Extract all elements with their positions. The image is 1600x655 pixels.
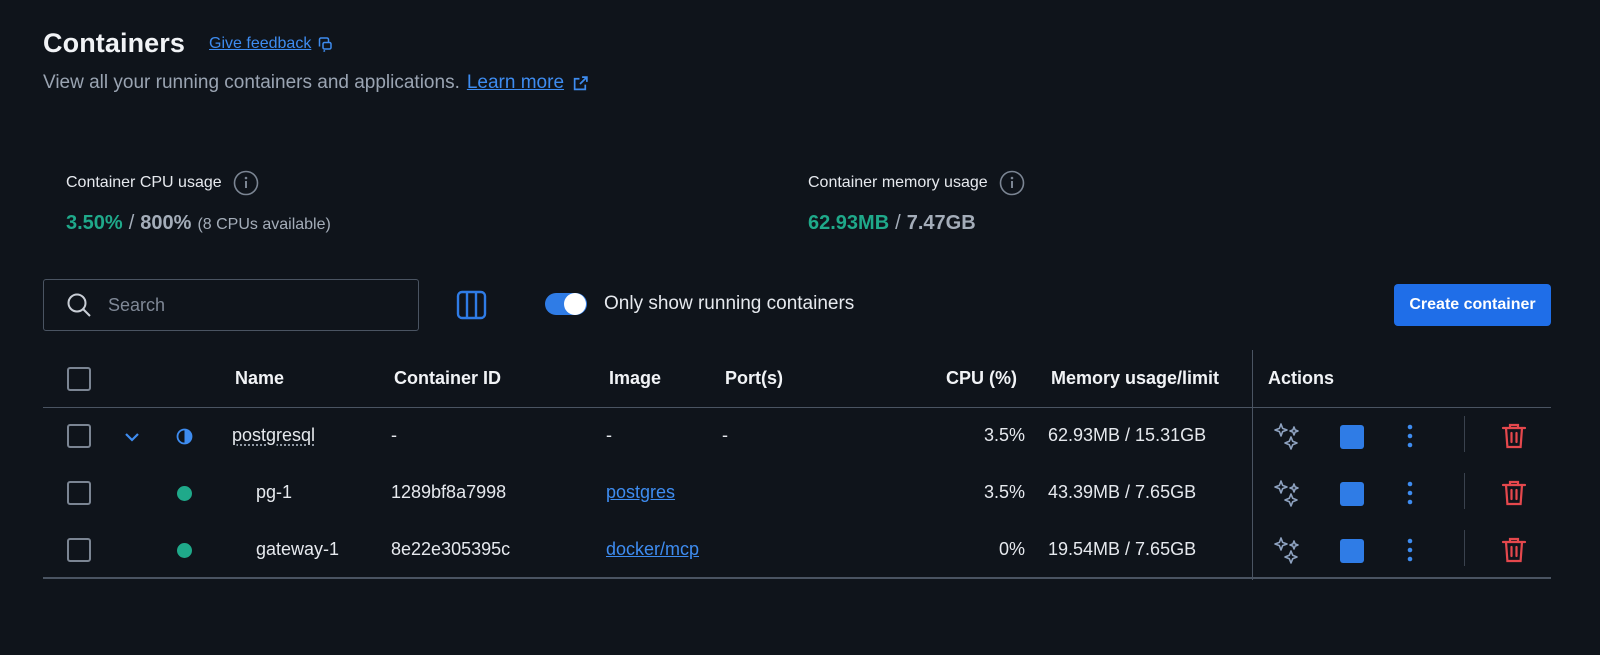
container-name[interactable]: postgresql xyxy=(232,425,315,446)
stop-button[interactable] xyxy=(1340,539,1364,563)
memory-used-value: 62.93MB xyxy=(808,212,890,234)
memory-usage-stat: Container memory usage 62.93MB / 7.47GB xyxy=(808,170,1025,235)
delete-icon[interactable] xyxy=(1501,536,1527,564)
row-checkbox[interactable] xyxy=(67,481,91,505)
create-container-button[interactable]: Create container xyxy=(1394,284,1551,326)
containers-page: Containers Give feedback View all your r… xyxy=(0,0,1600,655)
cpu-total-value: 800% xyxy=(140,212,192,234)
cpu-usage-label: Container CPU usage xyxy=(66,174,222,191)
container-name[interactable]: gateway-1 xyxy=(256,539,339,560)
ask-ai-icon[interactable] xyxy=(1273,479,1303,509)
cpu-used-value: 3.50% xyxy=(66,212,123,234)
memory-total-value: 7.47GB xyxy=(906,212,976,234)
row-checkbox[interactable] xyxy=(67,424,91,448)
column-header-image[interactable]: Image xyxy=(609,368,661,389)
table-row[interactable]: gateway-1 8e22e305395c docker/mcp 0% 19.… xyxy=(43,522,1551,579)
memory-usage-label: Container memory usage xyxy=(808,174,988,191)
container-image-link[interactable]: docker/mcp xyxy=(606,539,699,560)
page-subtitle: View all your running containers and app… xyxy=(43,72,589,94)
containers-table: Name Container ID Image Port(s) CPU (%) … xyxy=(43,350,1551,580)
info-icon[interactable] xyxy=(233,170,259,196)
container-cpu: 0% xyxy=(998,539,1025,559)
more-options-icon[interactable] xyxy=(1405,537,1415,563)
page-title: Containers xyxy=(43,28,186,58)
container-image-link[interactable]: postgres xyxy=(606,482,675,503)
give-feedback-link[interactable]: Give feedback xyxy=(209,35,333,53)
running-only-label: Only show running containers xyxy=(604,293,855,314)
column-header-container-id[interactable]: Container ID xyxy=(394,368,501,389)
feedback-icon xyxy=(319,36,333,52)
more-options-icon[interactable] xyxy=(1405,480,1415,506)
column-header-memory[interactable]: Memory usage/limit xyxy=(1051,368,1219,389)
memory-usage-value: 62.93MB / 7.47GB xyxy=(808,212,1025,235)
cpu-usage-label-row: Container CPU usage xyxy=(66,170,331,196)
stop-button[interactable] xyxy=(1340,482,1364,506)
partial-running-icon xyxy=(176,428,193,445)
running-only-toggle[interactable] xyxy=(545,293,587,315)
container-cpu: 3.5% xyxy=(983,482,1025,502)
running-status-dot xyxy=(177,543,192,558)
learn-more-label: Learn more xyxy=(466,72,565,93)
stop-button[interactable] xyxy=(1340,425,1364,449)
row-action-divider xyxy=(1464,416,1465,452)
give-feedback-label: Give feedback xyxy=(209,34,312,52)
container-memory: 43.39MB / 7.65GB xyxy=(1048,482,1197,502)
more-options-icon[interactable] xyxy=(1405,423,1415,449)
delete-icon[interactable] xyxy=(1501,479,1527,507)
memory-usage-label-row: Container memory usage xyxy=(808,170,1025,196)
learn-more-link[interactable]: Learn more xyxy=(467,72,589,94)
info-icon[interactable] xyxy=(999,170,1025,196)
delete-icon[interactable] xyxy=(1501,422,1527,450)
cpu-usage-stat: Container CPU usage 3.50% / 800% (8 CPUs… xyxy=(66,170,331,235)
row-action-divider xyxy=(1464,473,1465,509)
container-memory: 62.93MB / 15.31GB xyxy=(1048,425,1207,445)
container-name[interactable]: pg-1 xyxy=(256,482,292,503)
separator: / xyxy=(895,212,901,234)
column-header-actions: Actions xyxy=(1268,368,1335,388)
container-cpu: 3.5% xyxy=(983,425,1025,445)
container-id: 8e22e305395c xyxy=(391,539,511,559)
container-id: - xyxy=(391,425,397,445)
ask-ai-icon[interactable] xyxy=(1273,536,1303,566)
select-all-checkbox[interactable] xyxy=(67,367,91,391)
container-id: 1289bf8a7998 xyxy=(391,482,507,502)
table-header: Name Container ID Image Port(s) CPU (%) … xyxy=(43,350,1551,408)
search-icon xyxy=(67,293,91,317)
row-action-divider xyxy=(1464,530,1465,566)
running-status-dot xyxy=(177,486,192,501)
subtitle-text: View all your running containers and app… xyxy=(43,72,460,93)
separator: / xyxy=(128,212,135,234)
cpu-available-note: (8 CPUs available) xyxy=(197,216,331,233)
search-input[interactable] xyxy=(108,294,408,316)
column-header-ports[interactable]: Port(s) xyxy=(725,368,783,389)
column-header-cpu[interactable]: CPU (%) xyxy=(946,368,1017,389)
container-ports: - xyxy=(722,425,728,445)
columns-toggle-button[interactable] xyxy=(456,290,487,325)
columns-icon xyxy=(456,290,487,320)
row-checkbox[interactable] xyxy=(67,538,91,562)
external-link-icon xyxy=(573,75,588,90)
chevron-down-icon[interactable] xyxy=(123,428,141,446)
table-row[interactable]: pg-1 1289bf8a7998 postgres 3.5% 43.39MB … xyxy=(43,465,1551,522)
cpu-usage-value: 3.50% / 800% (8 CPUs available) xyxy=(66,212,331,235)
ask-ai-icon[interactable] xyxy=(1273,422,1303,452)
page-header: Containers Give feedback xyxy=(43,28,333,59)
container-image: - xyxy=(606,425,612,445)
running-filter: Only show running containers xyxy=(545,293,854,315)
search-box[interactable] xyxy=(43,279,419,331)
container-memory: 19.54MB / 7.65GB xyxy=(1048,539,1197,559)
table-row[interactable]: postgresql - - - 3.5% 62.93MB / 15.31GB xyxy=(43,408,1551,465)
column-header-name[interactable]: Name xyxy=(235,368,284,389)
